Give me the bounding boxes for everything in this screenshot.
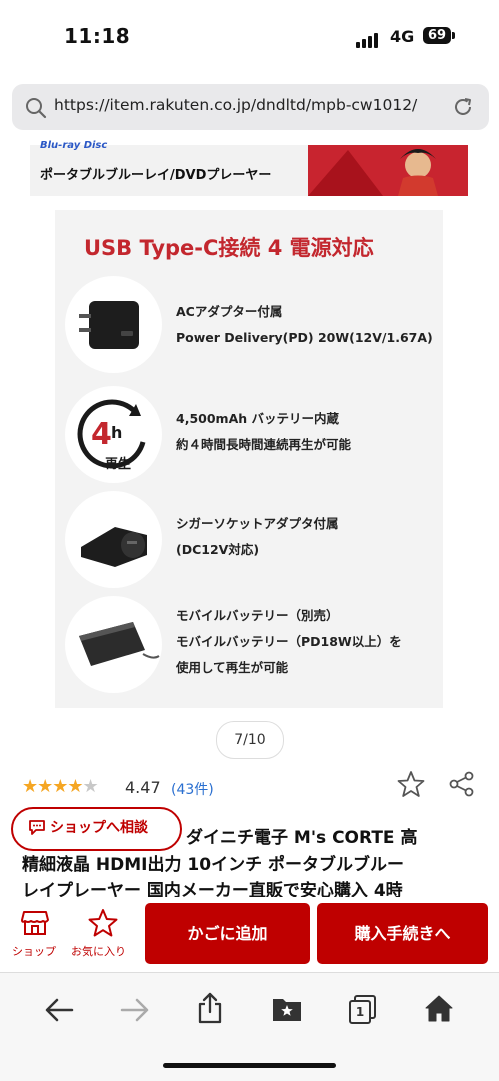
product-image-heading: USB Type-C接続 4 電源対応 — [84, 236, 374, 260]
feature-text: 4,500mAh バッテリー内蔵 約４時間長時間連続再生が可能 — [176, 411, 352, 452]
share-upload-icon[interactable] — [196, 992, 224, 1024]
chat-icon — [29, 820, 45, 835]
battery-tip — [452, 32, 455, 39]
favorite-label[interactable]: お気に入り — [71, 943, 126, 959]
battery-4h-icon: 4 h 再生 — [65, 386, 162, 483]
favorite-icon[interactable] — [88, 908, 118, 938]
rating-stars[interactable]: ★★★★★ — [22, 776, 99, 797]
signal-icon — [356, 29, 380, 48]
tabs-count: 1 — [349, 1000, 371, 1024]
shop-label[interactable]: ショップ — [12, 943, 56, 959]
forward-arrow-icon[interactable] — [120, 996, 150, 1024]
feature-text: モバイルバッテリー（別売） モバイルバッテリー（PD18W以上）を 使用して再生… — [176, 608, 402, 675]
back-arrow-icon[interactable] — [44, 996, 74, 1024]
mobile-battery-icon — [65, 596, 162, 693]
status-time: 11:18 — [64, 24, 131, 48]
shop-icon[interactable] — [20, 909, 50, 937]
banner-text: ポータブルブルーレイ/DVDプレーヤー — [40, 168, 272, 183]
ac-adapter-icon — [65, 276, 162, 373]
svg-text:4: 4 — [91, 417, 112, 452]
add-to-cart-button[interactable]: かごに追加 — [145, 903, 310, 964]
svg-text:再生: 再生 — [105, 456, 131, 472]
checkout-button[interactable]: 購入手続きへ — [317, 903, 488, 964]
reload-icon[interactable] — [452, 96, 474, 118]
search-icon — [26, 98, 47, 119]
shop-consult-label[interactable]: ショップへ相談 — [50, 817, 148, 837]
bluray-logo: Blu-ray Disc — [40, 140, 108, 151]
feature-text: シガーソケットアダプタ付属 (DC12V対応) — [176, 516, 339, 557]
product-title-line: 精細液晶 HDMI出力 10インチ ポータブルブルー — [22, 855, 404, 875]
url-text[interactable]: https://item.rakuten.co.jp/dndltd/mpb-cw… — [54, 96, 417, 114]
rating-value: 4.47 — [125, 778, 161, 797]
battery-icon: 69 — [423, 27, 451, 44]
network-type: 4G — [390, 27, 415, 46]
feature-text: ACアダプター付属 Power Delivery(PD) 20W(12V/1.6… — [176, 304, 433, 345]
image-pager: 7/10 — [216, 721, 284, 759]
svg-text:h: h — [111, 423, 122, 442]
car-charger-icon — [65, 491, 162, 588]
banner-image — [308, 145, 468, 196]
tabs-icon[interactable]: 1 — [348, 995, 376, 1024]
home-icon[interactable] — [424, 994, 454, 1022]
review-count-link[interactable]: (43件) — [171, 779, 214, 799]
home-indicator — [163, 1063, 336, 1068]
bookmarks-icon[interactable] — [272, 996, 302, 1022]
favorite-star-icon[interactable] — [397, 770, 425, 798]
share-icon[interactable] — [449, 771, 475, 797]
product-title-line: ダイニチ電子 M's CORTE 高 — [186, 828, 418, 848]
